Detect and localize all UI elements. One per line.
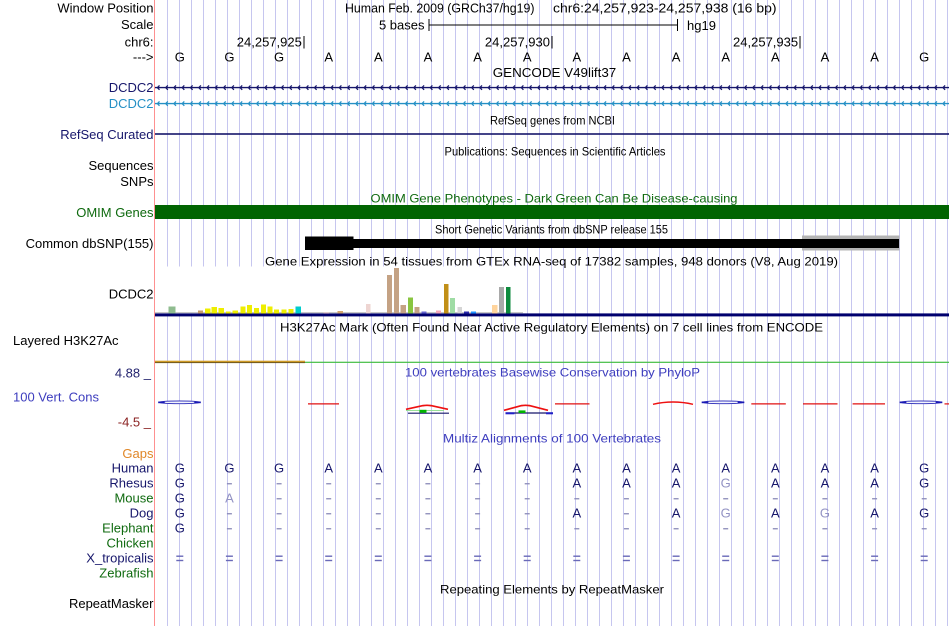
svg-text:Layered H3K27Ac: Layered H3K27Ac (13, 333, 119, 348)
svg-text:A: A (572, 476, 581, 491)
svg-text:G: G (820, 506, 830, 521)
svg-text:A: A (721, 461, 730, 476)
svg-text:G: G (224, 50, 234, 65)
svg-text:RefSeq Curated: RefSeq Curated (60, 127, 153, 142)
svg-text:100 vertebrates Basewise Conse: 100 vertebrates Basewise Conservation by… (405, 366, 700, 380)
svg-text:A: A (225, 491, 234, 506)
svg-text:A: A (424, 461, 433, 476)
svg-text:Multiz Alignments of 100 Verte: Multiz Alignments of 100 Vertebrates (443, 432, 661, 446)
svg-text:5 bases: 5 bases (379, 18, 425, 33)
svg-text:24,257,925: 24,257,925 (237, 35, 302, 50)
svg-text:DCDC2: DCDC2 (109, 287, 154, 302)
svg-text:A: A (721, 50, 730, 65)
svg-text:Short Genetic Variants from db: Short Genetic Variants from dbSNP releas… (435, 223, 668, 237)
svg-text:A: A (374, 461, 383, 476)
svg-text:OMIM Genes: OMIM Genes (76, 205, 154, 220)
svg-text:RepeatMasker: RepeatMasker (69, 596, 154, 611)
svg-text:A: A (572, 50, 581, 65)
svg-text:A: A (473, 50, 482, 65)
svg-text:G: G (919, 506, 929, 521)
svg-text:A: A (672, 476, 681, 491)
svg-text:G: G (919, 461, 929, 476)
svg-text:A: A (622, 50, 631, 65)
svg-text:A: A (622, 476, 631, 491)
svg-text:G: G (175, 476, 185, 491)
svg-text:SNPs: SNPs (120, 174, 154, 189)
svg-text:Rhesus: Rhesus (109, 476, 154, 491)
svg-text:Chicken: Chicken (107, 536, 154, 551)
svg-text:100 Vert. Cons: 100 Vert. Cons (13, 390, 99, 405)
svg-text:OMIM Gene Phenotypes - Dark Gr: OMIM Gene Phenotypes - Dark Green Can Be… (371, 192, 738, 206)
svg-text:A: A (771, 50, 780, 65)
svg-text:G: G (919, 476, 929, 491)
svg-text:RefSeq genes from NCBI: RefSeq genes from NCBI (490, 114, 615, 128)
svg-text:A: A (523, 50, 532, 65)
svg-text:Scale: Scale (121, 17, 154, 32)
svg-text:A: A (523, 461, 532, 476)
svg-text:A: A (473, 461, 482, 476)
svg-text:A: A (672, 506, 681, 521)
svg-text:Publications: Sequences in Sci: Publications: Sequences in Scientific Ar… (445, 145, 666, 159)
svg-text:G: G (224, 461, 234, 476)
svg-text:A: A (672, 50, 681, 65)
svg-text:Common dbSNP(155): Common dbSNP(155) (26, 236, 154, 251)
svg-text:A: A (870, 476, 879, 491)
svg-text:chr6:: chr6: (125, 35, 154, 50)
svg-text:Sequences: Sequences (88, 158, 154, 173)
svg-text:A: A (672, 461, 681, 476)
svg-text:G: G (175, 50, 185, 65)
svg-text:Human Feb. 2009 (GRCh37/hg19): Human Feb. 2009 (GRCh37/hg19) (345, 1, 535, 16)
svg-text:A: A (771, 461, 780, 476)
svg-text:chr6:24,257,923-24,257,938 (16: chr6:24,257,923-24,257,938 (16 bp) (553, 1, 777, 16)
svg-text:A: A (771, 476, 780, 491)
svg-text:G: G (175, 506, 185, 521)
svg-text:X_tropicalis: X_tropicalis (86, 551, 154, 566)
svg-text:G: G (274, 50, 284, 65)
svg-text:A: A (622, 461, 631, 476)
svg-text:-4.5 _: -4.5 _ (118, 415, 152, 430)
svg-text:A: A (821, 50, 830, 65)
svg-text:G: G (175, 461, 185, 476)
svg-text:G: G (919, 50, 929, 65)
svg-text:GENCODE V49lift37: GENCODE V49lift37 (493, 65, 617, 80)
svg-text:Human: Human (112, 461, 154, 476)
svg-text:A: A (870, 506, 879, 521)
svg-text:A: A (821, 461, 830, 476)
svg-text:A: A (870, 461, 879, 476)
svg-text:Elephant: Elephant (102, 521, 154, 536)
svg-text:A: A (572, 506, 581, 521)
svg-text:Gene Expression in 54 tissues: Gene Expression in 54 tissues from GTEx … (265, 255, 838, 269)
svg-text:G: G (175, 521, 185, 536)
svg-text:Repeating Elements by RepeatMa: Repeating Elements by RepeatMasker (440, 583, 664, 597)
svg-text:A: A (374, 50, 383, 65)
svg-text:Mouse: Mouse (114, 491, 153, 506)
svg-text:--->: ---> (133, 50, 154, 65)
svg-text:Dog: Dog (130, 506, 154, 521)
svg-text:DCDC2: DCDC2 (109, 80, 154, 95)
svg-text:Zebrafish: Zebrafish (99, 566, 153, 581)
svg-text:24,257,930: 24,257,930 (485, 35, 550, 50)
svg-text:24,257,935: 24,257,935 (733, 35, 798, 50)
svg-text:G: G (721, 506, 731, 521)
svg-text:DCDC2: DCDC2 (109, 96, 154, 111)
svg-text:G: G (721, 476, 731, 491)
svg-text:Window Position: Window Position (57, 1, 153, 16)
svg-text:G: G (175, 491, 185, 506)
svg-text:A: A (424, 50, 433, 65)
svg-text:Gaps: Gaps (122, 446, 154, 461)
svg-text:4.88 _: 4.88 _ (115, 366, 152, 381)
svg-text:A: A (771, 506, 780, 521)
svg-text:A: A (324, 50, 333, 65)
svg-text:G: G (274, 461, 284, 476)
svg-text:hg19: hg19 (687, 18, 716, 33)
svg-text:A: A (572, 461, 581, 476)
svg-text:A: A (821, 476, 830, 491)
svg-text:A: A (324, 461, 333, 476)
svg-text:A: A (870, 50, 879, 65)
svg-text:H3K27Ac Mark (Often Found Near: H3K27Ac Mark (Often Found Near Active Re… (280, 321, 823, 335)
